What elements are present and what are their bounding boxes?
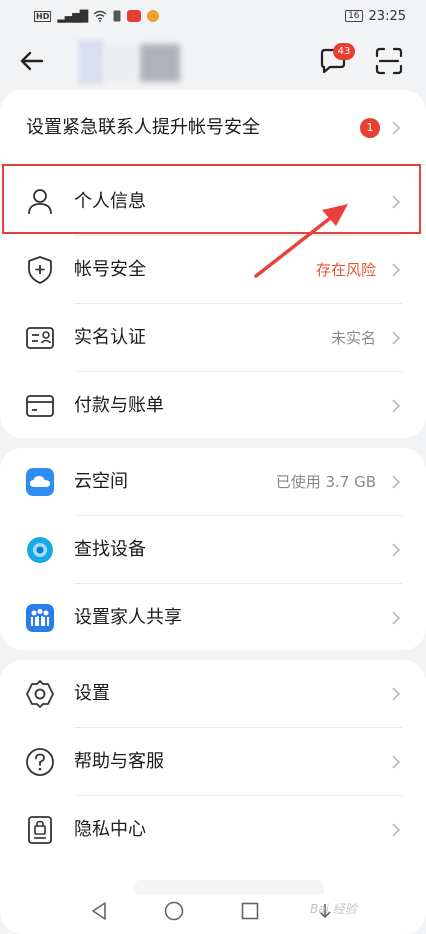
help-icon [26, 748, 54, 776]
banner-label: 设置紧急联系人提升帐号安全 [26, 117, 260, 138]
row-settings[interactable]: 设置 [0, 660, 426, 728]
chevron-right-icon [392, 263, 401, 277]
avatar-blurred-2 [104, 46, 134, 80]
row-label: 帮助与客服 [74, 751, 164, 772]
back-arrow-icon[interactable] [18, 47, 46, 75]
chevron-right-icon [392, 475, 401, 489]
app-notification-icon-2 [147, 10, 160, 22]
chevron-right-icon [392, 121, 401, 135]
id-card-icon [26, 327, 54, 349]
clock: 23:25 [368, 8, 406, 24]
row-label: 隐私中心 [74, 819, 146, 840]
banner-badge: 1 [360, 118, 380, 138]
system-nav-bar [0, 888, 426, 934]
row-find-device[interactable]: 查找设备 [0, 516, 426, 584]
sim-icon [113, 10, 121, 22]
chevron-right-icon [392, 687, 401, 701]
signal-icon: ▂▄▆█ [57, 9, 88, 23]
row-account-security[interactable]: 帐号安全 存在风险 [0, 236, 426, 304]
services-card: 云空间 已使用 3.7 GB 查找设备 设置家人共享 [0, 448, 426, 650]
app-notification-icon [127, 10, 142, 22]
find-device-icon [27, 537, 53, 563]
shield-plus-icon [28, 256, 52, 284]
status-left: HD ▂▄▆█ [34, 9, 160, 23]
wifi-icon [93, 10, 107, 22]
row-cloud-space[interactable]: 云空间 已使用 3.7 GB [0, 448, 426, 516]
storage-usage: 已使用 3.7 GB [275, 473, 376, 491]
status-right: 16 23:25 [345, 9, 406, 24]
row-label: 云空间 [74, 471, 128, 492]
row-label: 设置家人共享 [74, 607, 182, 628]
chevron-right-icon [392, 823, 401, 837]
avatar-blurred[interactable] [78, 40, 104, 84]
row-label: 查找设备 [74, 539, 146, 560]
status-bar: HD ▂▄▆█ 16 23:25 [0, 0, 426, 32]
row-privacy-center[interactable]: 隐私中心 [0, 796, 426, 864]
top-header: 43 [0, 32, 426, 90]
row-label: 设置 [74, 683, 110, 704]
chevron-right-icon [392, 611, 401, 625]
row-label: 帐号安全 [74, 259, 146, 280]
message-count-badge: 43 [333, 43, 355, 60]
chevron-right-icon [392, 331, 401, 345]
chevron-right-icon [392, 399, 401, 413]
family-share-icon [26, 604, 54, 632]
row-label: 实名认证 [74, 327, 146, 348]
row-real-name[interactable]: 实名认证 未实名 [0, 304, 426, 372]
cloud-icon [26, 468, 54, 496]
username-blurred [140, 44, 180, 82]
chevron-right-icon [392, 755, 401, 769]
chevron-right-icon [392, 543, 401, 557]
account-card: 设置紧急联系人提升帐号安全 1 个人信息 帐号安全 存在风险 实名认证 未实名 … [0, 90, 426, 438]
credit-card-icon [26, 395, 54, 417]
nav-home-icon[interactable] [163, 900, 185, 922]
nav-recents-icon[interactable] [239, 900, 261, 922]
hd-badge: HD [34, 10, 52, 22]
row-label: 付款与账单 [74, 395, 164, 416]
row-family-sharing[interactable]: 设置家人共享 [0, 584, 426, 652]
verification-status: 未实名 [330, 329, 376, 347]
battery-icon: 16 [345, 10, 363, 22]
gear-icon [26, 680, 54, 708]
row-help-service[interactable]: 帮助与客服 [0, 728, 426, 796]
watermark: Bai 经验 [310, 902, 357, 916]
scan-icon[interactable] [374, 46, 404, 76]
privacy-icon [28, 816, 52, 844]
nav-back-icon[interactable] [89, 900, 111, 922]
emergency-contact-banner[interactable]: 设置紧急联系人提升帐号安全 1 [0, 94, 426, 162]
annotation-arrow-icon [254, 204, 348, 278]
row-payment-billing[interactable]: 付款与账单 [0, 372, 426, 440]
